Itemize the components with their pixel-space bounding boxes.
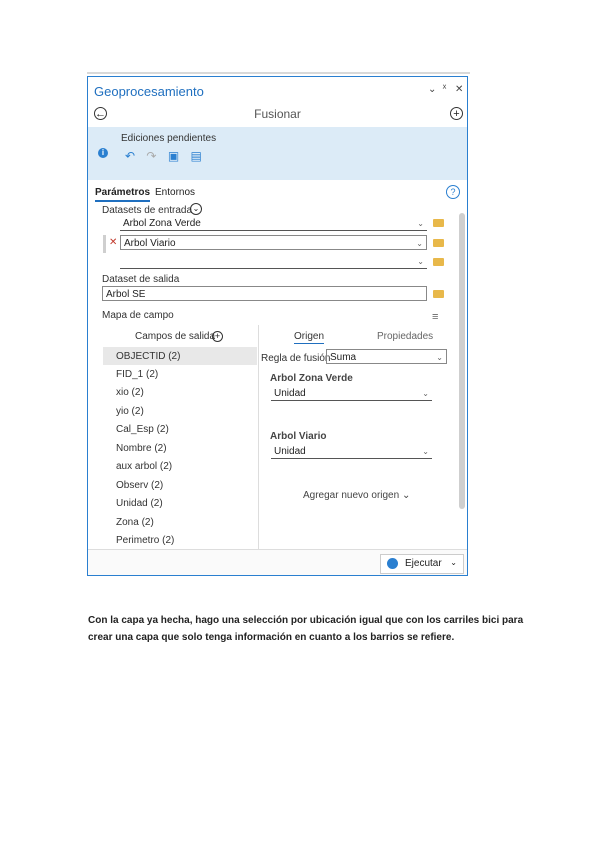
info-icon: i [98,148,108,158]
field-list-item[interactable]: FID_1 (2) [116,369,158,380]
folder-icon[interactable] [433,239,444,247]
merge-rule-value: Suma [330,352,357,363]
add-field-icon[interactable]: + [212,331,223,342]
undo-icon[interactable]: ↶ [125,149,135,163]
chevron-down-icon: ⌄ [401,490,411,501]
source-1-field-value: Unidad [274,388,306,399]
output-fields-header: Campos de salida [135,331,216,342]
run-icon [387,558,398,569]
run-button[interactable]: Ejecutar ⌄ [380,554,464,574]
dropdown-arrow-icon[interactable]: ⌄ [422,444,429,459]
redo-icon[interactable]: ↷ [146,149,156,163]
bottom-bar: Ejecutar ⌄ [88,549,467,575]
merge-rule-select[interactable]: Suma ⌄ [326,349,447,364]
dropdown-arrow-icon[interactable]: ⌄ [436,350,443,365]
scrollbar-thumb[interactable] [459,213,465,509]
folder-icon[interactable] [433,219,444,227]
tool-header: ← Fusionar + [88,103,467,125]
field-list-item[interactable]: Cal_Esp (2) [116,424,169,435]
pending-edit-tools: ↶ ↷ ▣ ▤ [125,149,210,163]
field-map-options-icon[interactable]: ≡ [432,311,438,323]
dropdown-arrow-icon[interactable]: ⌄ [417,216,424,231]
drag-handle[interactable] [103,235,106,253]
tab-bar: Parámetros Entornos ? [88,183,467,203]
geoprocessing-pane: Geoprocesamiento ⌄ ᕁ ✕ ← Fusionar + i Ed… [87,76,468,576]
discard-edits-icon[interactable]: ▤ [191,149,202,163]
remove-icon[interactable]: ✕ [109,237,117,248]
folder-icon[interactable] [433,290,444,298]
field-list-item[interactable]: Observ (2) [116,480,163,491]
tab-properties[interactable]: Propiedades [377,331,433,342]
source-1-name: Arbol Zona Verde [270,373,353,384]
parameters-content: Datasets de entrada ⌄ Arbol Zona Verde ⌄ … [88,203,458,549]
add-source-label: Agregar nuevo origen [303,490,400,501]
tab-origin[interactable]: Origen [294,331,325,344]
input-dataset-1[interactable]: Arbol Zona Verde ⌄ [120,216,427,231]
field-list-item[interactable]: aux arbol (2) [116,461,172,472]
help-icon[interactable]: ? [446,185,460,199]
pending-edits-bar: i Ediciones pendientes ↶ ↷ ▣ ▤ [88,127,467,180]
pane-title-bar: Geoprocesamiento ⌄ ᕁ ✕ [88,77,467,103]
add-icon[interactable]: + [450,107,463,120]
output-dataset-field[interactable]: Arbol SE [102,286,427,301]
chevron-down-icon[interactable]: ⌄ [190,203,202,215]
field-map-label: Mapa de campo [102,310,174,321]
dropdown-arrow-icon[interactable]: ⌄ [422,386,429,401]
tool-title: Fusionar [254,107,301,121]
output-dataset-label: Dataset de salida [102,274,180,285]
source-2-field-select[interactable]: Unidad ⌄ [271,444,432,459]
field-list-item[interactable]: yio (2) [116,406,144,417]
field-list-item[interactable]: Unidad (2) [116,498,163,509]
save-edits-icon[interactable]: ▣ [168,149,179,163]
source-2-name: Arbol Viario [270,431,327,442]
dropdown-arrow-icon[interactable]: ⌄ [417,254,424,269]
source-1-field-select[interactable]: Unidad ⌄ [271,386,432,401]
source-2-field-value: Unidad [274,446,306,457]
input-dataset-1-value: Arbol Zona Verde [123,218,201,229]
input-datasets-label: Datasets de entrada [102,205,193,216]
caption-line-2: crear una capa que solo tenga informació… [88,632,455,643]
divider [258,325,259,549]
field-list-item[interactable]: Perimetro (2) [116,535,174,546]
caption-line-1: Con la capa ya hecha, hago una selección… [88,615,524,626]
pane-title: Geoprocesamiento [94,84,204,99]
field-list-item[interactable]: Nombre (2) [116,443,167,454]
chevron-down-icon[interactable]: ⌄ [450,558,457,567]
merge-rule-label: Regla de fusión [261,353,331,364]
add-source-link[interactable]: Agregar nuevo origen ⌄ [303,490,410,501]
page-separator [87,72,470,74]
pane-menu-icon[interactable]: ⌄ [428,84,436,95]
tab-parameters[interactable]: Parámetros [95,187,151,202]
field-list-item[interactable]: xio (2) [116,387,144,398]
input-dataset-2[interactable]: Arbol Viario ⌄ [120,235,427,250]
pin-icon[interactable]: ᕁ [442,84,447,95]
pending-edits-title: Ediciones pendientes [121,133,217,144]
folder-icon[interactable] [433,258,444,266]
scrollbar[interactable] [459,205,465,549]
dropdown-arrow-icon[interactable]: ⌄ [416,236,423,251]
close-icon[interactable]: ✕ [455,84,463,95]
field-list-item[interactable]: Zona (2) [116,517,154,528]
run-label: Ejecutar [405,558,442,569]
input-dataset-2-value: Arbol Viario [124,238,176,249]
input-dataset-3[interactable]: ⌄ [120,254,427,269]
field-list-item[interactable]: OBJECTID (2) [116,351,180,362]
tab-environments[interactable]: Entornos [155,187,195,198]
